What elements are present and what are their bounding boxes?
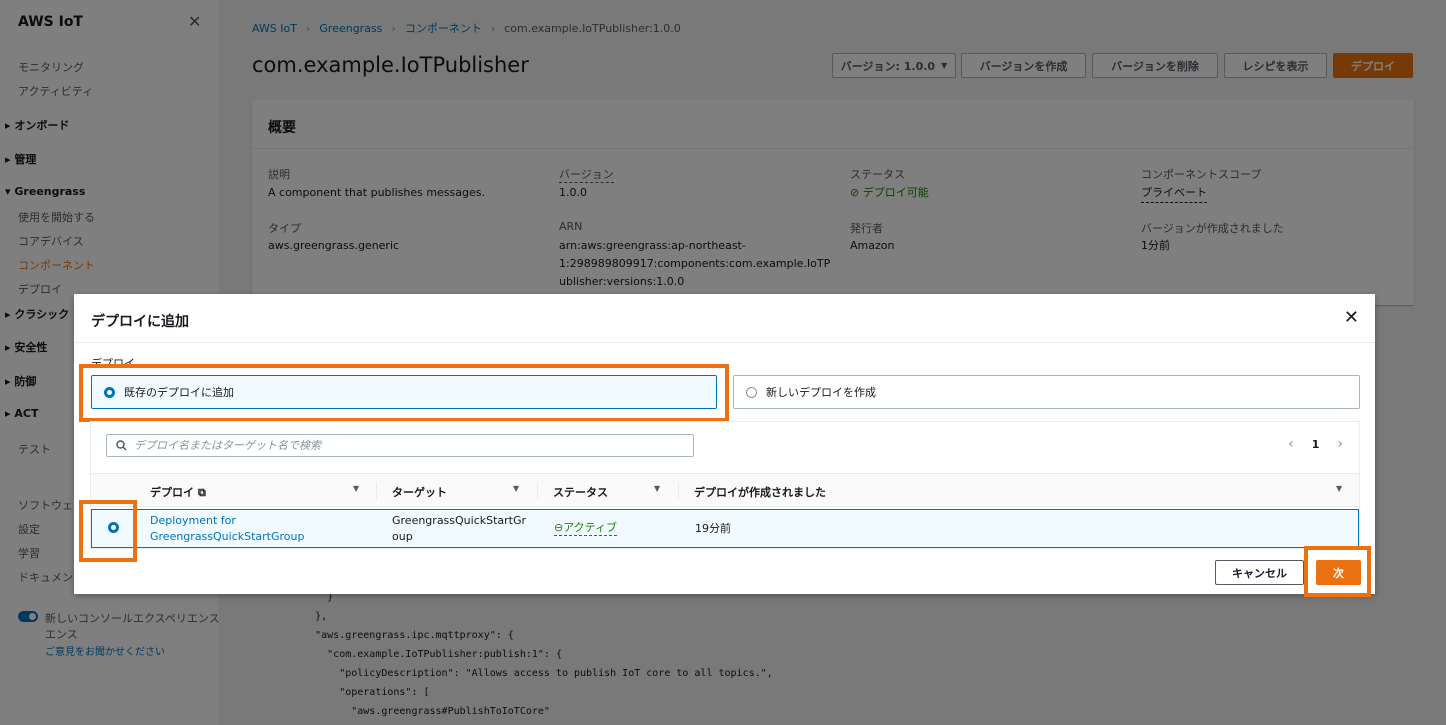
chevron-right-icon[interactable]: › — [1337, 436, 1343, 452]
search-input[interactable] — [134, 439, 674, 452]
table-header: デプロイ ⧉ ▼ ターゲット ▼ ステータス ▼ デプロイが作成されました ▼ — [91, 473, 1359, 507]
sort-icon[interactable]: ▼ — [1336, 484, 1342, 493]
deployment-name-link[interactable]: Deployment for GreengrassQuickStartGroup — [150, 513, 304, 545]
add-to-deployment-modal: デプロイに追加 ✕ デプロイ 既存のデプロイに追加 新しいデプロイを作成 ‹ 1… — [74, 294, 1375, 597]
sort-icon[interactable]: ▼ — [353, 484, 359, 493]
external-link-icon: ⧉ — [198, 486, 206, 499]
search-field[interactable] — [106, 434, 694, 457]
created-cell: 19分前 — [695, 522, 731, 535]
sort-icon[interactable]: ▼ — [654, 484, 660, 493]
divider — [74, 342, 1375, 343]
row-radio-selected-icon[interactable] — [108, 522, 119, 533]
cancel-button[interactable]: キャンセル — [1215, 560, 1304, 585]
search-icon — [116, 440, 127, 451]
option-existing-deployment[interactable]: 既存のデプロイに追加 — [91, 375, 717, 409]
option-existing-label: 既存のデプロイに追加 — [124, 386, 234, 399]
next-button[interactable]: 次 — [1316, 560, 1361, 585]
modal-title: デプロイに追加 — [91, 314, 189, 330]
option-new-deployment[interactable]: 新しいデプロイを作成 — [733, 375, 1360, 409]
check-circle-icon: ⊖ — [554, 521, 564, 534]
column-divider — [678, 482, 679, 500]
radio-selected-icon[interactable] — [104, 386, 115, 398]
deployment-field-label: デプロイ — [91, 357, 135, 370]
table-row[interactable]: Deployment for GreengrassQuickStartGroup … — [91, 509, 1359, 548]
option-new-label: 新しいデプロイを作成 — [766, 386, 876, 399]
close-icon[interactable]: ✕ — [1344, 308, 1359, 328]
column-divider — [376, 482, 377, 500]
pagination: ‹ 1 › — [1288, 436, 1343, 452]
column-status[interactable]: ステータス — [553, 484, 608, 500]
page-number[interactable]: 1 — [1312, 438, 1320, 451]
column-created[interactable]: デプロイが作成されました — [694, 484, 826, 500]
target-cell: GreengrassQuickStartGr oup — [392, 514, 527, 543]
column-divider — [537, 482, 538, 500]
status-cell[interactable]: ⊖アクティブ — [554, 521, 618, 536]
radio-icon[interactable] — [746, 386, 757, 398]
chevron-left-icon[interactable]: ‹ — [1288, 436, 1294, 452]
column-target[interactable]: ターゲット — [392, 484, 447, 500]
deployments-table: ‹ 1 › デプロイ⧉ ▼ ターゲット ▼ ステータス ▼ デプロイが作成されま… — [90, 421, 1360, 549]
sort-icon[interactable]: ▼ — [513, 484, 519, 493]
column-deployment[interactable]: デプロイ ⧉ — [150, 484, 206, 500]
